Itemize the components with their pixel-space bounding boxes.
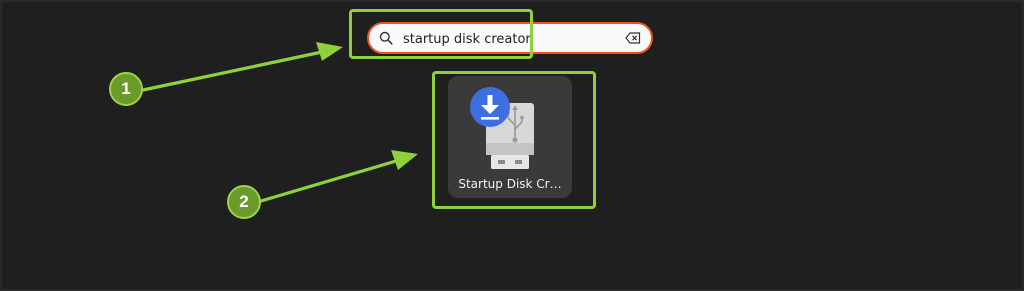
arrow-2	[259, 150, 418, 203]
annotation-badge-1: 1	[109, 72, 143, 106]
annotation-badge-2: 2	[227, 185, 261, 219]
annotation-arrows	[141, 42, 418, 203]
arrow-1	[141, 42, 343, 92]
